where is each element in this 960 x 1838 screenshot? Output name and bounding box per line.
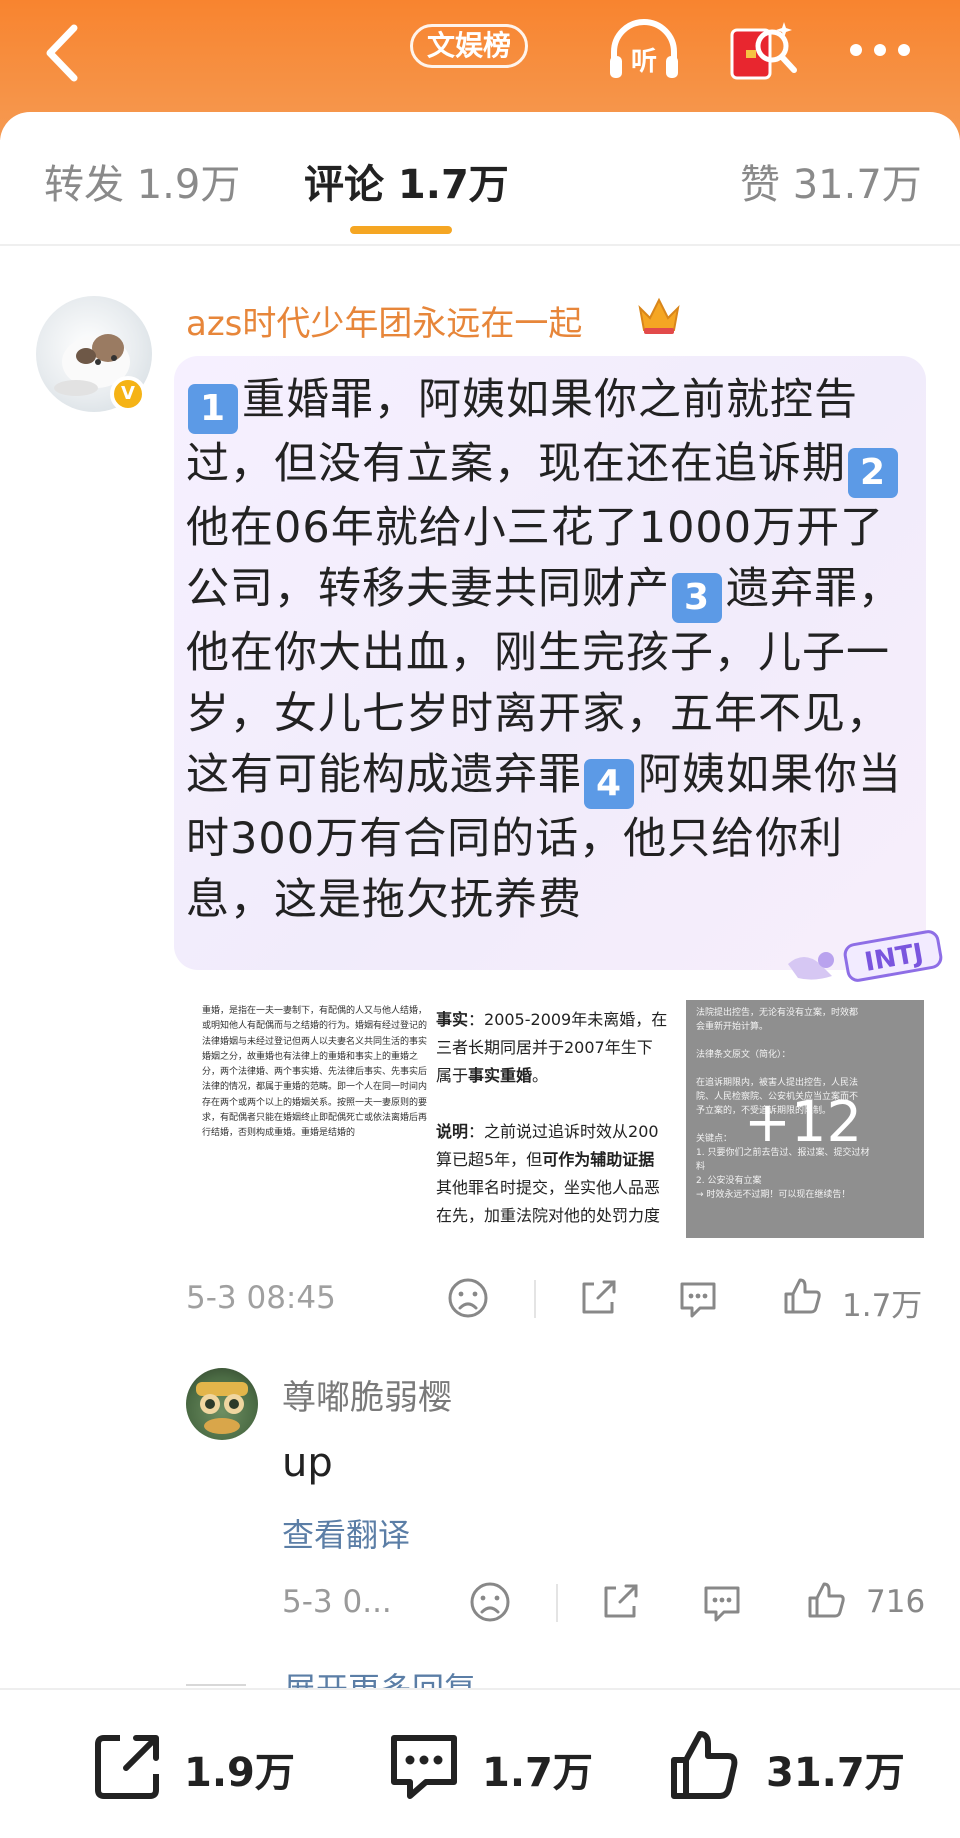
verified-badge: V [110,376,146,412]
number-2-badge: 2 [848,448,898,498]
repost-icon[interactable] [90,1728,166,1804]
red-envelope-search-icon[interactable] [722,16,802,86]
like-thumb-icon[interactable] [804,1578,848,1622]
comment-segment-1: 重婚罪，阿姨如果你之前就控告过，但没有立案，现在还在追诉期 [186,375,858,489]
bottom-action-bar: 1.9万 1.7万 31.7万 [0,1688,960,1838]
number-1-badge: 1 [188,384,238,434]
comment-count[interactable]: 1.7万 [482,1740,593,1798]
comment-image-2[interactable]: 事实：2005-2009年未离婚，在 三者长期同居并于2007年生下 属于事实重… [436,1000,674,1238]
tab-repost[interactable]: 转发 1.9万 [44,152,240,210]
sad-reaction-icon[interactable] [446,1276,490,1320]
reply-avatar[interactable] [186,1368,258,1440]
image-2-text: 事实：2005-2009年未离婚，在 三者长期同居并于2007年生下 属于事实重… [436,1010,668,1225]
commenter-username[interactable]: azs时代少年团永远在一起 [186,296,582,345]
share-icon[interactable] [576,1276,620,1320]
sad-reaction-icon[interactable] [468,1580,512,1624]
reply-time: 5-3 0... [282,1584,392,1620]
comment-icon[interactable] [676,1276,720,1320]
headphones-listen-icon: 听 [610,19,678,78]
more-dots-icon[interactable] [840,16,920,86]
back-arrow-icon[interactable] [38,18,88,88]
like-thumb-icon[interactable] [666,1728,742,1804]
intj-personality-badge: INTJ [788,930,943,982]
comment-time: 5-3 08:45 [186,1280,336,1316]
view-translation-link[interactable]: 查看翻译 [282,1510,410,1556]
like-count[interactable]: 31.7万 [766,1740,905,1798]
repost-count[interactable]: 1.9万 [184,1740,295,1798]
tab-divider [0,244,960,246]
reply-username[interactable]: 尊嘟脆弱樱 [282,1370,452,1419]
share-icon[interactable] [598,1580,642,1624]
reply-meta-separator [556,1584,558,1622]
image-1-text: 重婚，是指在一夫一妻制下，有配偶的人又与他人结婚，或明知他人有配偶而与之结婚的行… [202,1006,428,1139]
reply-like-count: 716 [866,1584,926,1620]
comment-icon[interactable] [700,1580,744,1624]
crown-badge-icon [638,297,680,334]
tab-comments[interactable]: 评论 1.7万 [304,152,509,210]
number-4-badge: 4 [584,759,634,809]
reply-body: up [282,1440,333,1486]
topic-rank-button[interactable]: 文娱榜 [410,24,529,68]
meta-separator [534,1280,536,1318]
comment-bubble-icon[interactable] [386,1728,462,1804]
tab-likes[interactable]: 赞 31.7万 [740,152,922,210]
more-replies-line [186,1684,246,1686]
comment-like-count: 1.7万 [842,1288,923,1324]
comment-body: 1 重婚罪，阿姨如果你之前就控告过，但没有立案，现在还在追诉期 2他在06年就给小三… [186,370,914,931]
more-images-count[interactable]: +12 [744,1090,862,1155]
reply-avatar-image [196,1382,248,1434]
comment-image-1[interactable]: 重婚，是指在一夫一妻制下，有配偶的人又与他人结婚，或明知他人有配偶而与之结婚的行… [196,1000,434,1238]
active-tab-indicator [350,226,452,234]
like-thumb-icon[interactable] [780,1274,824,1318]
number-3-badge: 3 [672,573,722,623]
tab-bar: 转发 1.9万 评论 1.7万 赞 31.7万 [0,112,960,242]
listen-button[interactable]: 听 [604,16,684,86]
svg-text:听: 听 [631,47,657,77]
